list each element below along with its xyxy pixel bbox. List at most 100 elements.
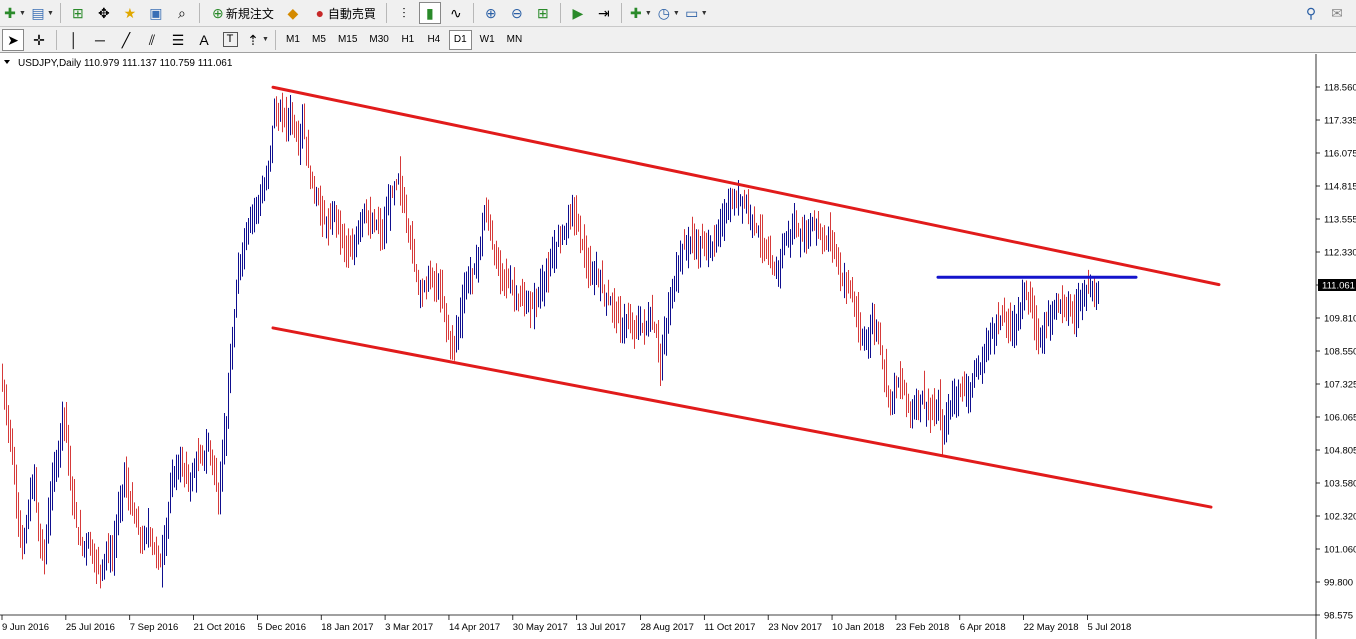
new-order-label: 新規注文 [225,6,274,21]
timeframe-w1[interactable]: W1 [476,30,499,50]
crosshair-icon: ✛ [33,31,45,48]
time-tick-label: 3 Mar 2017 [385,622,433,633]
text-label-icon: T [222,32,238,47]
indicators-button[interactable]: ✚ ▼ [628,2,652,24]
channel-icon: ⫽ [148,31,156,48]
toolbar-separator [559,3,561,23]
tile-windows-icon: ⊞ [537,5,549,21]
auto-scroll-button[interactable]: ▶ [567,2,589,24]
trendline-icon: ╱ [121,31,131,48]
templates-button[interactable]: ▭ ▼ [684,2,708,24]
time-tick-label: 30 May 2017 [513,622,568,633]
price-bars [2,92,1099,589]
time-tick-label: 23 Nov 2017 [768,622,822,633]
timeframe-d1[interactable]: D1 [448,29,472,50]
autotrade-button[interactable]: ● 自動売買 [308,2,380,24]
new-chart-icon: ✚ [4,5,16,21]
text-label-tool[interactable]: T [219,29,241,51]
line-chart-button[interactable]: ∿ [445,2,467,24]
arrows-icon: ⇡ [247,31,259,48]
price-tick-label: 118.560 [1324,83,1356,94]
current-price-label: 111.061 [1322,281,1355,292]
time-tick-label: 5 Jul 2018 [1087,622,1131,633]
chevron-down-icon: ▼ [672,9,680,17]
horizontal-line-tool[interactable]: ─ [89,29,111,51]
timeframe-h4[interactable]: H4 [423,30,445,50]
time-tick-label: 9 Jun 2016 [2,622,49,633]
symbol-collapse-icon[interactable] [4,60,10,64]
indicators-icon: ✚ [630,5,642,21]
drawing-toolbar: ➤ ✛ │ ─ ╱ ⫽ ☰ A T ⇡ ▼ M1 M5 M15 M30 H1 H4 D1 W1 M… [0,27,1356,53]
tester-button[interactable]: ⌕ [171,2,193,24]
timeframe-m1[interactable]: M1 [282,30,304,50]
crosshair-tool[interactable]: ✛ [28,29,50,51]
crosshair-move-button[interactable]: ✥ [93,2,115,24]
timeframe-m30[interactable]: M30 [365,30,392,50]
time-tick-label: 28 Aug 2017 [641,622,694,633]
time-tick-label: 5 Dec 2016 [257,622,306,633]
equidistant-channel-tool[interactable]: ⫽ [141,29,163,51]
tile-windows-button[interactable]: ⊞ [532,2,554,24]
line-chart-icon: ∿ [450,5,462,21]
timeframe-m5[interactable]: M5 [308,30,330,50]
time-tick-label: 6 Apr 2018 [960,622,1006,633]
vertical-line-tool[interactable]: │ [63,29,85,51]
trendline-tool[interactable]: ╱ [115,29,137,51]
time-tick-label: 7 Sep 2016 [130,622,179,633]
candlestick-button[interactable]: ▮ [418,2,441,24]
channel-trendline[interactable] [271,326,1213,509]
timeframe-group: M1 M5 M15 M30 H1 H4 D1 W1 MN [280,29,528,50]
zoom-out-button[interactable]: ⊖ [506,2,528,24]
toolbar-separator [274,29,276,50]
tester-icon: ⌕ [177,5,186,21]
price-tick-label: 108.550 [1324,347,1356,358]
new-order-icon: ⊕ [212,5,224,21]
search-button[interactable]: ⚲ [1300,2,1322,24]
time-tick-label: 14 Apr 2017 [449,622,500,633]
profiles-button[interactable]: ▤ ▼ [30,2,54,24]
favorites-button[interactable]: ★ [119,2,141,24]
text-tool-label: A [199,31,209,48]
vertical-line-icon: │ [69,31,79,48]
price-tick-label: 113.555 [1324,215,1356,226]
arrows-tool[interactable]: ⇡ ▼ [245,29,269,51]
text-tool[interactable]: A [193,29,215,51]
new-chart-button[interactable]: ✚ ▼ [2,2,26,24]
fibonacci-tool[interactable]: ☰ [167,29,189,51]
favorites-icon: ★ [123,5,137,21]
price-tick-label: 112.330 [1324,248,1356,259]
periods-button[interactable]: ◷ ▼ [656,2,680,24]
crosshair-move-icon: ✥ [98,5,110,21]
navigator-icon: ▣ [149,5,163,21]
chat-button[interactable]: ✉ [1326,2,1348,24]
main-toolbar: ✚ ▼ ▤ ▼ ⊞ ✥ ★ ▣ ⌕ ⊕ 新規注文 ◆ ● 自動売買 ⫶ ▮ ∿ ⊕ ⊖ … [0,0,1356,27]
timeframe-m15[interactable]: M15 [334,30,361,50]
time-tick-label: 21 Oct 2016 [194,622,246,633]
market-watch-icon: ⊞ [72,5,84,21]
autotrade-label: 自動売買 [327,6,376,21]
timeframe-mn[interactable]: MN [503,30,527,50]
zoom-in-button[interactable]: ⊕ [480,2,502,24]
timeframe-h1[interactable]: H1 [397,30,419,50]
templates-icon: ▭ [685,5,699,21]
zoom-out-icon: ⊖ [511,5,523,21]
chart-shift-button[interactable]: ⇥ [593,2,615,24]
price-chart[interactable]: 118.560 117.335 116.075 114.815 113.555 112.3… [0,54,1356,639]
new-order-button[interactable]: ⊕ 新規注文 [206,2,278,24]
expert-button[interactable]: ◆ [282,2,304,24]
price-tick-label: 103.580 [1324,479,1356,490]
market-watch-button[interactable]: ⊞ [67,2,89,24]
chevron-down-icon: ▼ [46,9,54,17]
cursor-tool[interactable]: ➤ [2,28,24,51]
bar-chart-button[interactable]: ⫶ [393,2,415,24]
autotrade-icon: ● [315,5,325,21]
navigator-button[interactable]: ▣ [145,2,167,24]
expert-icon: ◆ [287,5,299,21]
price-axis: 118.560 117.335 116.075 114.815 113.555 112.3… [1316,83,1356,622]
time-tick-label: 13 Jul 2017 [577,622,626,633]
chevron-down-icon: ▼ [19,9,26,17]
price-tick-label: 98.575 [1324,611,1353,622]
chart-area[interactable]: 118.560 117.335 116.075 114.815 113.555 112.3… [0,54,1356,639]
auto-scroll-icon: ▶ [572,5,584,21]
time-tick-label: 25 Jul 2016 [66,622,115,633]
